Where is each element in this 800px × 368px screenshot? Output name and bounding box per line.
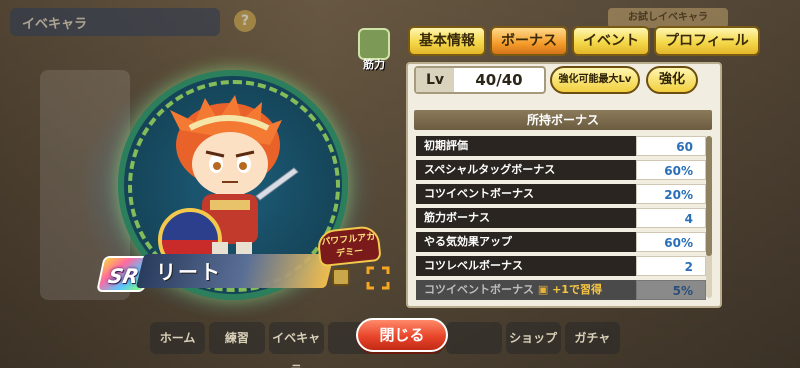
bonus-value: 20% xyxy=(636,184,706,204)
zoom-frame-icon[interactable] xyxy=(366,266,390,290)
bonus-name: 初期評価 xyxy=(416,136,636,156)
scrollbar-thumb[interactable] xyxy=(706,136,712,256)
nav-practice: 練習 xyxy=(209,322,265,354)
nav-empty-2 xyxy=(446,322,502,354)
tab-bar: 基本情報 ボーナス イベント プロフィール xyxy=(408,26,760,56)
school-logo: パワフルアカデミー xyxy=(316,224,382,268)
bonus-value: 5% xyxy=(636,280,706,300)
level-value: 40/40 xyxy=(475,71,523,89)
bonus-row: コツイベントボーナス 20% xyxy=(416,184,706,204)
max-level-button[interactable]: 強化可能最大Lv xyxy=(550,66,640,94)
bonus-name: やる気効果アップ xyxy=(416,232,636,252)
tab-profile[interactable]: プロフィール xyxy=(654,26,760,56)
bonus-name: コツイベントボーナス xyxy=(416,184,636,204)
bonus-value: 2 xyxy=(636,256,706,276)
bonus-row: 初期評価 60 xyxy=(416,136,706,156)
lock-icon[interactable] xyxy=(332,268,350,286)
level-display: Lv 40/40 xyxy=(414,66,546,94)
bonus-list: 初期評価 60 スペシャルタッグボーナス 60% コツイベントボーナス 20% … xyxy=(416,136,706,304)
small-lock-icon: ▣ xyxy=(537,283,549,296)
help-icon: ? xyxy=(234,10,256,32)
bonus-name-locked: コツイベントボーナス ▣ +1で習得 xyxy=(416,280,636,300)
unlock-condition: +1で習得 xyxy=(552,283,602,296)
screen-title: イベキャラ xyxy=(10,8,220,36)
nav-shop: ショップ xyxy=(505,322,561,354)
bonus-value: 60 xyxy=(636,136,706,156)
enhance-button[interactable]: 強化 xyxy=(646,66,698,94)
bonus-row: コツレベルボーナス 2 xyxy=(416,256,706,276)
bonus-value: 4 xyxy=(636,208,706,228)
bonus-row: スペシャルタッグボーナス 60% xyxy=(416,160,706,180)
close-button[interactable]: 閉じる xyxy=(356,318,448,352)
nav-gacha: ガチャ xyxy=(564,322,620,354)
type-label: 筋力 xyxy=(363,58,385,71)
bonus-name: 筋力ボーナス xyxy=(416,208,636,228)
nav-event-chara: イベキャラ xyxy=(268,322,324,368)
level-label: Lv xyxy=(416,68,454,92)
bonus-row: やる気効果アップ 60% xyxy=(416,232,706,252)
character-name: リート xyxy=(156,260,222,284)
bonus-name-text: コツイベントボーナス xyxy=(424,283,534,296)
tab-basic-info[interactable]: 基本情報 xyxy=(408,26,486,56)
bonus-value: 60% xyxy=(636,160,706,180)
bonus-row-locked: コツイベントボーナス ▣ +1で習得 5% xyxy=(416,280,706,300)
trial-event-button: お試しイベキャラ xyxy=(608,8,728,28)
bonus-name: コツレベルボーナス xyxy=(416,256,636,276)
bonus-value: 60% xyxy=(636,232,706,252)
section-title: 所持ボーナス xyxy=(414,110,712,130)
nav-home: ホーム xyxy=(150,322,206,354)
tab-event[interactable]: イベント xyxy=(572,26,650,56)
bonus-row: 筋力ボーナス 4 xyxy=(416,208,706,228)
tab-bonus[interactable]: ボーナス xyxy=(490,26,568,56)
bonus-name: スペシャルタッグボーナス xyxy=(416,160,636,180)
